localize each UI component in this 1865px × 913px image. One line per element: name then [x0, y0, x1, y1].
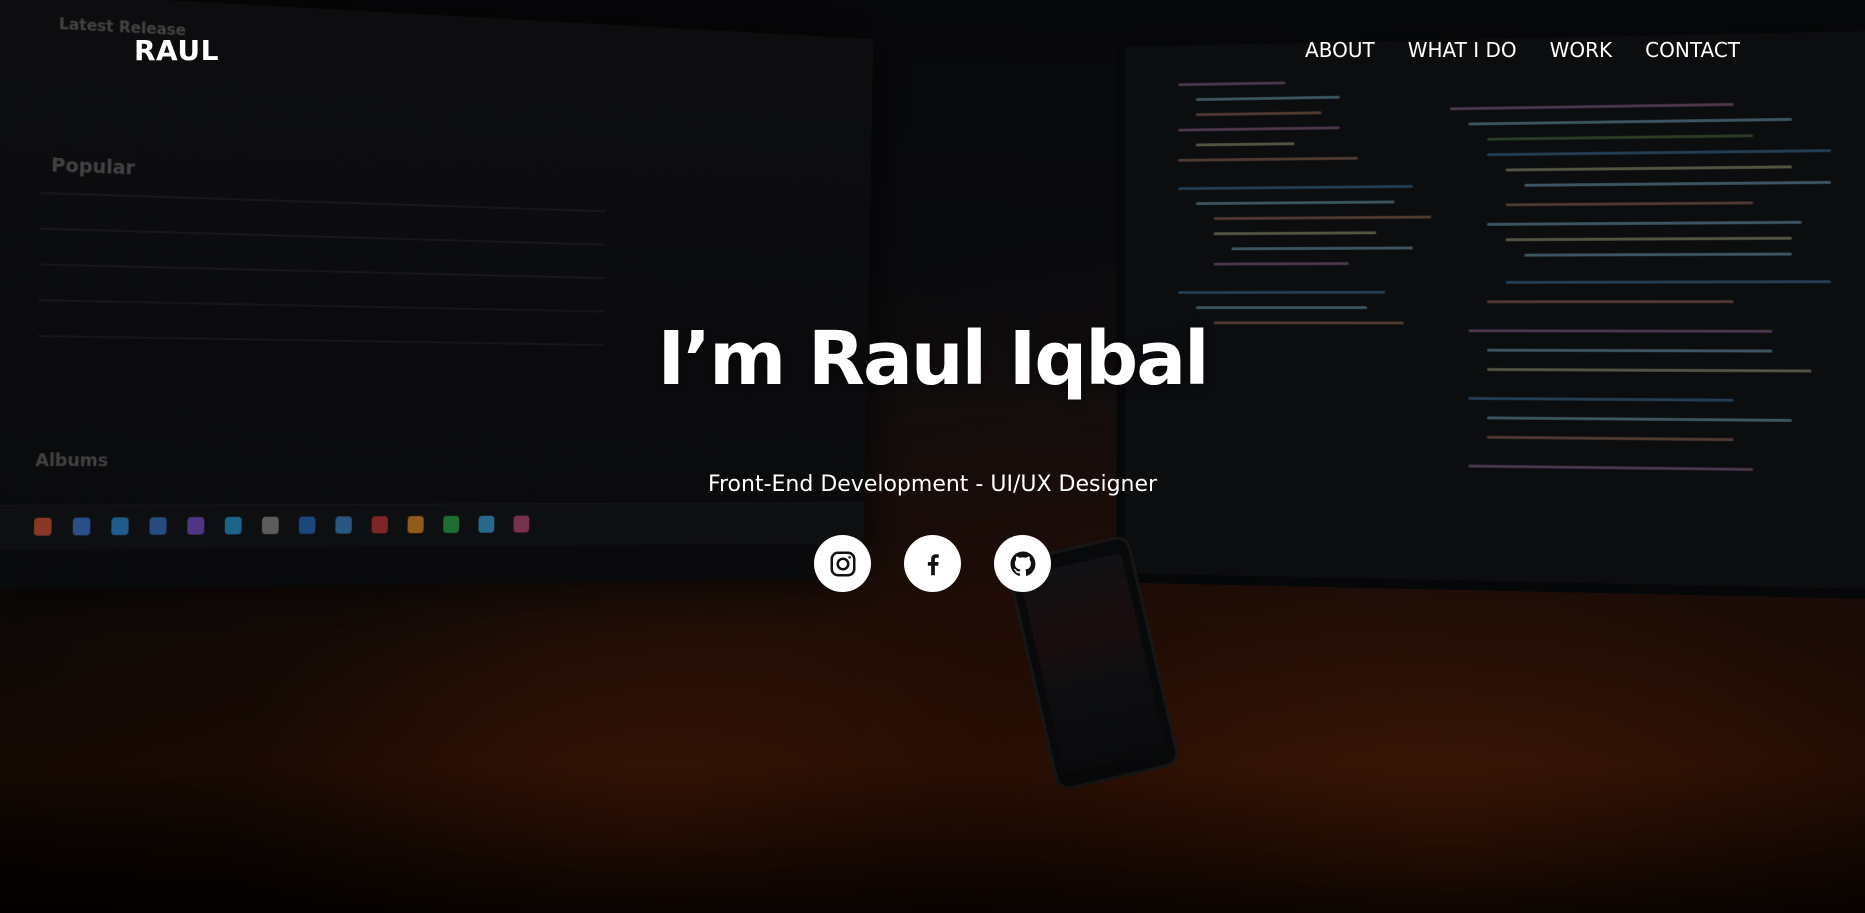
- hero-subtitle: Front-End Development - UI/UX Designer: [0, 472, 1865, 497]
- hero-section: Popular Albums 2XXX Latest Release: [0, 0, 1865, 913]
- nav-link-contact[interactable]: CONTACT: [1645, 38, 1740, 62]
- hero-title: I’m Raul Iqbal: [0, 322, 1865, 396]
- brand-logo[interactable]: RAUL: [134, 34, 219, 67]
- nav-link-work[interactable]: WORK: [1550, 38, 1613, 62]
- instagram-link[interactable]: [814, 535, 871, 592]
- nav-link-about[interactable]: ABOUT: [1305, 38, 1375, 62]
- facebook-icon: [918, 549, 948, 579]
- instagram-icon: [828, 549, 858, 579]
- nav-links: ABOUT WHAT I DO WORK CONTACT: [1305, 38, 1740, 62]
- social-links: [0, 535, 1865, 592]
- navbar: RAUL ABOUT WHAT I DO WORK CONTACT: [0, 0, 1865, 100]
- github-icon: [1008, 549, 1038, 579]
- background-overlay: [0, 0, 1865, 913]
- github-link[interactable]: [994, 535, 1051, 592]
- nav-link-what-i-do[interactable]: WHAT I DO: [1408, 38, 1517, 62]
- facebook-link[interactable]: [904, 535, 961, 592]
